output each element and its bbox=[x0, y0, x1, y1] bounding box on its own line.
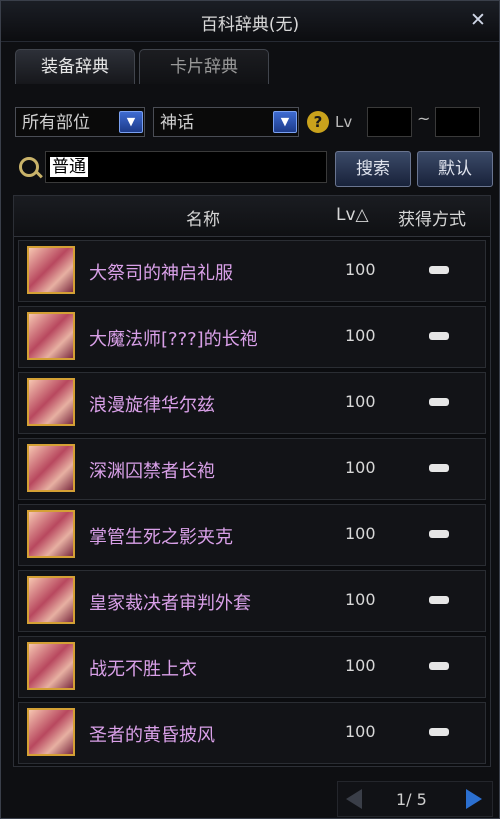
item-icon[interactable] bbox=[27, 378, 75, 426]
help-icon[interactable]: ? bbox=[307, 111, 329, 133]
item-name: 大魔法师[???]的长袍 bbox=[89, 329, 258, 350]
search-icon bbox=[19, 157, 39, 177]
item-name: 掌管生死之影夹克 bbox=[89, 527, 233, 548]
search-input[interactable]: 普通 bbox=[45, 151, 327, 183]
table-row[interactable]: 大祭司的神启礼服 100 bbox=[18, 240, 486, 302]
acquire-method-icon[interactable] bbox=[429, 464, 449, 472]
acquire-method-icon[interactable] bbox=[429, 332, 449, 340]
title-bar[interactable]: 百科辞典(无) ✕ bbox=[1, 1, 499, 42]
item-level: 100 bbox=[345, 656, 376, 675]
item-level: 100 bbox=[345, 392, 376, 411]
slot-dropdown-icon[interactable]: ▼ bbox=[119, 111, 143, 133]
acquire-method-icon[interactable] bbox=[429, 728, 449, 736]
table-row[interactable]: 浪漫旋律华尔兹 100 bbox=[18, 372, 486, 434]
acquire-method-icon[interactable] bbox=[429, 596, 449, 604]
header-lv[interactable]: Lv△ bbox=[336, 205, 369, 225]
item-level: 100 bbox=[345, 458, 376, 477]
item-icon[interactable] bbox=[27, 708, 75, 756]
tab-equipment[interactable]: 装备辞典 bbox=[15, 49, 135, 84]
close-icon[interactable]: ✕ bbox=[467, 9, 489, 31]
prev-page-icon[interactable] bbox=[346, 789, 362, 809]
item-name: 皇家裁决者审判外套 bbox=[89, 593, 251, 614]
table-row[interactable]: 圣者的黄昏披风 100 bbox=[18, 702, 486, 764]
next-page-icon[interactable] bbox=[466, 789, 482, 809]
rarity-dropdown-icon[interactable]: ▼ bbox=[273, 111, 297, 133]
acquire-method-icon[interactable] bbox=[429, 530, 449, 538]
table-row[interactable]: 大魔法师[???]的长袍 100 bbox=[18, 306, 486, 368]
encyclopedia-window: 百科辞典(无) ✕ 装备辞典 卡片辞典 所有部位 ▼ 神话 ▼ ? Lv ~ 普… bbox=[0, 0, 500, 819]
acquire-method-icon[interactable] bbox=[429, 662, 449, 670]
item-list: 名称 Lv△ 获得方式 大祭司的神启礼服 100 大魔法师[???]的长袍 10… bbox=[13, 195, 491, 767]
item-level: 100 bbox=[345, 524, 376, 543]
search-row: 普通 搜索 默认 bbox=[15, 151, 495, 187]
item-icon[interactable] bbox=[27, 444, 75, 492]
range-separator: ~ bbox=[417, 109, 431, 128]
item-icon[interactable] bbox=[27, 510, 75, 558]
item-level: 100 bbox=[345, 590, 376, 609]
item-icon[interactable] bbox=[27, 576, 75, 624]
item-name: 大祭司的神启礼服 bbox=[89, 263, 233, 284]
window-title: 百科辞典(无) bbox=[200, 15, 300, 35]
tab-cards[interactable]: 卡片辞典 bbox=[139, 49, 269, 84]
default-button[interactable]: 默认 bbox=[417, 151, 493, 187]
acquire-method-icon[interactable] bbox=[429, 398, 449, 406]
lv-label: Lv bbox=[335, 113, 353, 131]
header-method[interactable]: 获得方式 bbox=[398, 205, 466, 230]
lv-min-input[interactable] bbox=[367, 107, 412, 137]
table-header: 名称 Lv△ 获得方式 bbox=[14, 196, 490, 237]
search-input-text: 普通 bbox=[50, 157, 88, 177]
lv-max-input[interactable] bbox=[435, 107, 480, 137]
item-icon[interactable] bbox=[27, 246, 75, 294]
header-name[interactable]: 名称 bbox=[186, 205, 220, 230]
item-level: 100 bbox=[345, 722, 376, 741]
search-button[interactable]: 搜索 bbox=[335, 151, 411, 187]
filter-row: 所有部位 ▼ 神话 ▼ ? Lv ~ bbox=[15, 107, 495, 139]
item-name: 浪漫旋律华尔兹 bbox=[89, 395, 215, 416]
pagination: 1/ 5 bbox=[337, 781, 493, 817]
table-row[interactable]: 皇家裁决者审判外套 100 bbox=[18, 570, 486, 632]
page-indicator: 1/ 5 bbox=[396, 790, 427, 809]
item-name: 战无不胜上衣 bbox=[89, 659, 197, 680]
item-level: 100 bbox=[345, 326, 376, 345]
item-level: 100 bbox=[345, 260, 376, 279]
table-row[interactable]: 战无不胜上衣 100 bbox=[18, 636, 486, 698]
item-icon[interactable] bbox=[27, 642, 75, 690]
acquire-method-icon[interactable] bbox=[429, 266, 449, 274]
item-name: 圣者的黄昏披风 bbox=[89, 725, 215, 746]
table-row[interactable]: 掌管生死之影夹克 100 bbox=[18, 504, 486, 566]
item-icon[interactable] bbox=[27, 312, 75, 360]
item-name: 深渊囚禁者长袍 bbox=[89, 461, 215, 482]
table-row[interactable]: 深渊囚禁者长袍 100 bbox=[18, 438, 486, 500]
